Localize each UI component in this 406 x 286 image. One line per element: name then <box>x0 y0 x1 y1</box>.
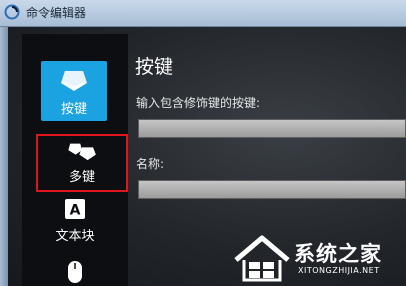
command-type-sidebar: 按键 多键 A 文本块 <box>22 34 128 286</box>
sidebar-item-mouse[interactable] <box>22 250 128 286</box>
sidebar-item-label: 按键 <box>60 102 87 117</box>
svg-text:A: A <box>70 203 81 219</box>
keystroke-field-label: 输入包含修饰键的按键: <box>136 96 261 110</box>
title-bar: 命令编辑器 <box>0 0 406 27</box>
keystroke-input[interactable] <box>138 119 406 138</box>
window-frame <box>0 27 8 286</box>
sidebar-item-label: 多键 <box>68 170 95 185</box>
sidebar-item-multikey[interactable]: 多键 <box>36 134 128 192</box>
sidebar-item-keystroke[interactable]: 按键 <box>41 61 107 121</box>
watermark-text: 系统之家 <box>294 242 382 266</box>
house-logo-icon <box>234 235 290 282</box>
watermark: 系统之家 XITONGZHIJIA.NET <box>230 232 406 286</box>
sidebar-item-label: 文本块 <box>55 229 95 244</box>
watermark-url: XITONGZHIJIA.NET <box>298 266 380 275</box>
page-title: 按键 <box>135 56 174 78</box>
name-input[interactable] <box>138 180 406 199</box>
app-logo-icon <box>4 4 20 20</box>
sidebar-item-textblock[interactable]: A 文本块 <box>22 192 128 248</box>
window-title: 命令编辑器 <box>26 6 87 20</box>
multi-keys-icon <box>68 143 96 161</box>
keycap-icon <box>61 71 87 91</box>
text-block-icon: A <box>65 199 85 219</box>
name-field-label: 名称: <box>136 157 165 171</box>
mouse-icon <box>68 261 82 283</box>
